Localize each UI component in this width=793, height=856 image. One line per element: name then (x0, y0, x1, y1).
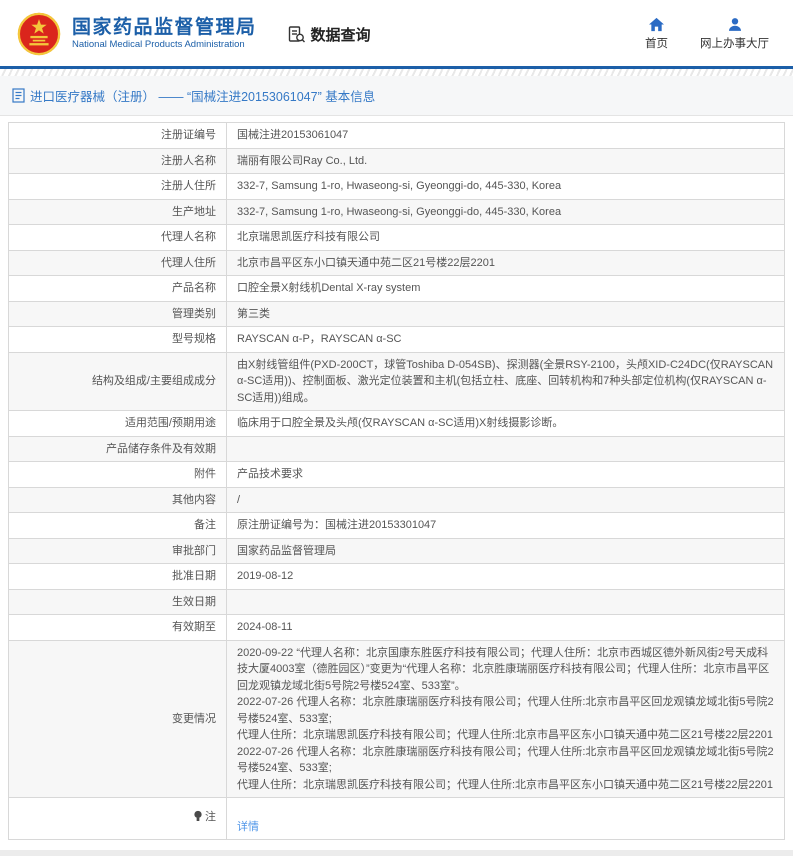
field-label: 变更情况 (9, 640, 227, 798)
field-label: 产品储存条件及有效期 (9, 436, 227, 462)
note-value-cell: 详情 (227, 798, 785, 840)
table-row: 变更情况 2020-09-22 “代理人名称：北京国康东胜医疗科技有限公司；代理… (9, 640, 785, 798)
field-label: 结构及组成/主要组成成分 (9, 352, 227, 411)
table-row: 产品名称 口腔全景X射线机Dental X-ray system (9, 276, 785, 302)
field-value: 原注册证编号为：国械注进20153301047 (227, 513, 785, 539)
field-value: 国家药品监督管理局 (227, 538, 785, 564)
table-row: 结构及组成/主要组成成分 由X射线管组件(PXD-200CT，球管Toshiba… (9, 352, 785, 411)
breadcrumb: 进口医疗器械（注册） —— “国械注进20153061047” 基本信息 (0, 76, 793, 116)
breadcrumb-text: 进口医疗器械（注册） —— “国械注进20153061047” 基本信息 (30, 86, 375, 105)
nav-home[interactable]: 首页 (645, 17, 668, 51)
footer-band (0, 850, 793, 856)
field-value: RAYSCAN α-P，RAYSCAN α-SC (227, 327, 785, 353)
field-value: 北京市昌平区东小口镇天通中苑二区21号楼22层2201 (227, 250, 785, 276)
field-label: 代理人名称 (9, 225, 227, 251)
table-row: 其他内容 / (9, 487, 785, 513)
field-value (227, 436, 785, 462)
field-value: / (227, 487, 785, 513)
note-table-body: 注 详情 (9, 798, 785, 840)
nav-home-label: 首页 (645, 35, 668, 51)
field-label: 审批部门 (9, 538, 227, 564)
field-value: 第三类 (227, 301, 785, 327)
org-name-cn: 国家药品监督管理局 (72, 17, 257, 39)
note-label: 注 (205, 811, 216, 823)
note-label-cell: 注 (9, 798, 227, 840)
org-name-en: National Medical Products Administration (72, 40, 257, 51)
field-label: 其他内容 (9, 487, 227, 513)
field-value: 2019-08-12 (227, 564, 785, 590)
table-row: 型号规格 RAYSCAN α-P，RAYSCAN α-SC (9, 327, 785, 353)
info-table-body: 注册证编号 国械注进20153061047 注册人名称 瑞丽有限公司Ray Co… (9, 123, 785, 798)
table-row: 注册人名称 瑞丽有限公司Ray Co., Ltd. (9, 148, 785, 174)
data-query-nav[interactable]: 数据查询 (287, 24, 371, 45)
info-table: 注册证编号 国械注进20153061047 注册人名称 瑞丽有限公司Ray Co… (8, 122, 785, 840)
field-value: 临床用于口腔全景及头颅(仅RAYSCAN α-SC适用)X射线摄影诊断。 (227, 411, 785, 437)
field-label: 产品名称 (9, 276, 227, 302)
field-label: 适用范围/预期用途 (9, 411, 227, 437)
document-icon (12, 88, 25, 103)
bulb-icon (193, 810, 203, 828)
field-value: 332-7, Samsung 1-ro, Hwaseong-si, Gyeong… (227, 199, 785, 225)
table-row: 备注 原注册证编号为：国械注进20153301047 (9, 513, 785, 539)
table-row: 代理人名称 北京瑞思凯医疗科技有限公司 (9, 225, 785, 251)
table-row: 附件 产品技术要求 (9, 462, 785, 488)
field-value: 2024-08-11 (227, 615, 785, 641)
nav-service-hall-label: 网上办事大厅 (700, 35, 769, 51)
top-links: 首页 网上办事大厅 (645, 17, 779, 51)
table-row: 管理类别 第三类 (9, 301, 785, 327)
field-value (227, 589, 785, 615)
national-emblem-icon (16, 11, 62, 57)
field-label: 型号规格 (9, 327, 227, 353)
table-row: 代理人住所 北京市昌平区东小口镇天通中苑二区21号楼22层2201 (9, 250, 785, 276)
table-row: 注册证编号 国械注进20153061047 (9, 123, 785, 149)
field-label: 注册证编号 (9, 123, 227, 149)
field-label: 代理人住所 (9, 250, 227, 276)
detail-link[interactable]: 详情 (237, 821, 259, 833)
org-names: 国家药品监督管理局 National Medical Products Admi… (72, 17, 257, 52)
info-table-wrap: 注册证编号 国械注进20153061047 注册人名称 瑞丽有限公司Ray Co… (8, 122, 785, 840)
table-row: 适用范围/预期用途 临床用于口腔全景及头颅(仅RAYSCAN α-SC适用)X射… (9, 411, 785, 437)
table-row: 批准日期 2019-08-12 (9, 564, 785, 590)
field-label: 有效期至 (9, 615, 227, 641)
note-row: 注 详情 (9, 798, 785, 840)
field-label: 附件 (9, 462, 227, 488)
data-query-label: 数据查询 (311, 24, 371, 45)
field-label: 注册人名称 (9, 148, 227, 174)
table-row: 注册人住所 332-7, Samsung 1-ro, Hwaseong-si, … (9, 174, 785, 200)
page-header: 国家药品监督管理局 National Medical Products Admi… (0, 0, 793, 66)
table-row: 生产地址 332-7, Samsung 1-ro, Hwaseong-si, G… (9, 199, 785, 225)
field-label: 批准日期 (9, 564, 227, 590)
field-value: 2020-09-22 “代理人名称：北京国康东胜医疗科技有限公司；代理人住所：北… (227, 640, 785, 798)
field-value: 口腔全景X射线机Dental X-ray system (227, 276, 785, 302)
table-row: 产品储存条件及有效期 (9, 436, 785, 462)
field-label: 备注 (9, 513, 227, 539)
home-icon (648, 17, 665, 32)
table-row: 有效期至 2024-08-11 (9, 615, 785, 641)
field-value: 产品技术要求 (227, 462, 785, 488)
field-label: 管理类别 (9, 301, 227, 327)
nav-service-hall[interactable]: 网上办事大厅 (700, 17, 769, 51)
field-value: 北京瑞思凯医疗科技有限公司 (227, 225, 785, 251)
field-label: 生效日期 (9, 589, 227, 615)
document-search-icon (287, 25, 306, 44)
table-row: 生效日期 (9, 589, 785, 615)
field-label: 生产地址 (9, 199, 227, 225)
person-icon (727, 17, 743, 32)
field-value: 由X射线管组件(PXD-200CT，球管Toshiba D-054SB)、探测器… (227, 352, 785, 411)
header-hatch-band (0, 69, 793, 76)
field-label: 注册人住所 (9, 174, 227, 200)
field-value: 瑞丽有限公司Ray Co., Ltd. (227, 148, 785, 174)
field-value: 332-7, Samsung 1-ro, Hwaseong-si, Gyeong… (227, 174, 785, 200)
table-row: 审批部门 国家药品监督管理局 (9, 538, 785, 564)
field-value: 国械注进20153061047 (227, 123, 785, 149)
